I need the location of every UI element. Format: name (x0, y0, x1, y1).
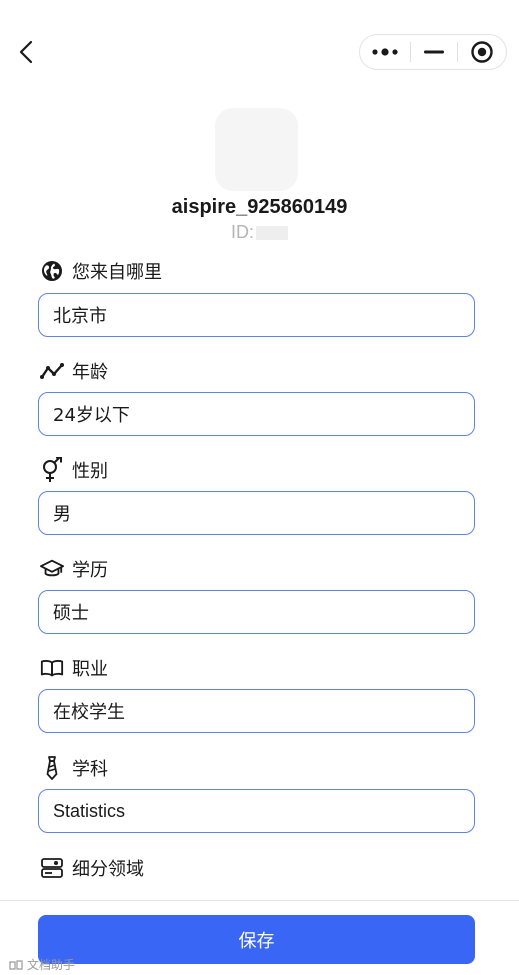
more-dots-icon (372, 48, 398, 56)
watermark: 文档助手 (8, 956, 75, 973)
field-label-text: 细分领域 (72, 859, 144, 880)
globe-icon (40, 259, 64, 283)
occupation-field[interactable]: 在校学生 (38, 689, 475, 733)
avatar[interactable] (215, 108, 298, 191)
location-value: 北京市 (53, 306, 107, 327)
user-id-label: ID: (230, 222, 254, 242)
watermark-logo-icon (9, 959, 23, 970)
gender-value: 男 (53, 504, 71, 525)
field-label-text: 性别 (72, 461, 108, 482)
watermark-text: 文档助手 (27, 958, 76, 972)
age-field[interactable]: 24岁以下 (38, 392, 475, 436)
trend-line-icon (40, 359, 64, 383)
id-card-icon (40, 856, 64, 880)
minimize-icon (424, 50, 444, 54)
field-label-text: 职业 (72, 659, 108, 680)
education-field[interactable]: 硕士 (38, 590, 475, 634)
field-label-subfield: 细分领域 (40, 855, 144, 881)
subject-value: Statistics (53, 800, 126, 821)
field-label-gender: 性别 (40, 457, 108, 483)
field-label-education: 学历 (40, 556, 108, 582)
occupation-value: 在校学生 (53, 702, 125, 723)
save-button[interactable]: 保存 (38, 915, 475, 964)
mini-program-capsule (359, 34, 507, 70)
target-close-icon (471, 41, 493, 63)
profile-edit-page: aispire_925860149 ID: 您来自哪里 北京市 年龄 24岁以下… (0, 0, 519, 975)
tie-icon (40, 756, 64, 780)
top-bar (0, 0, 519, 100)
graduation-cap-icon (40, 557, 64, 581)
back-button[interactable] (12, 36, 40, 68)
field-label-text: 学科 (72, 759, 108, 780)
gender-icon (40, 457, 64, 482)
education-value: 硕士 (53, 603, 89, 624)
field-label-text: 学历 (72, 560, 108, 581)
location-field[interactable]: 北京市 (38, 293, 475, 337)
field-label-subject: 学科 (40, 755, 108, 781)
field-label-age: 年龄 (40, 358, 108, 384)
minimize-button[interactable] (411, 35, 457, 69)
user-id-masked-value (256, 226, 288, 241)
username: aispire_925860149 (171, 196, 348, 218)
age-value: 24岁以下 (53, 405, 130, 426)
gender-field[interactable]: 男 (38, 491, 475, 535)
field-label-text: 年龄 (72, 362, 108, 383)
user-id: ID: (0, 220, 519, 244)
field-label-text: 您来自哪里 (72, 262, 162, 283)
more-button[interactable] (360, 35, 410, 69)
subject-field[interactable]: Statistics (38, 789, 475, 833)
close-button[interactable] (458, 35, 506, 69)
open-book-icon (40, 656, 64, 680)
chevron-left-icon (19, 40, 33, 64)
field-label-location: 您来自哪里 (40, 258, 162, 284)
field-label-occupation: 职业 (40, 655, 108, 681)
